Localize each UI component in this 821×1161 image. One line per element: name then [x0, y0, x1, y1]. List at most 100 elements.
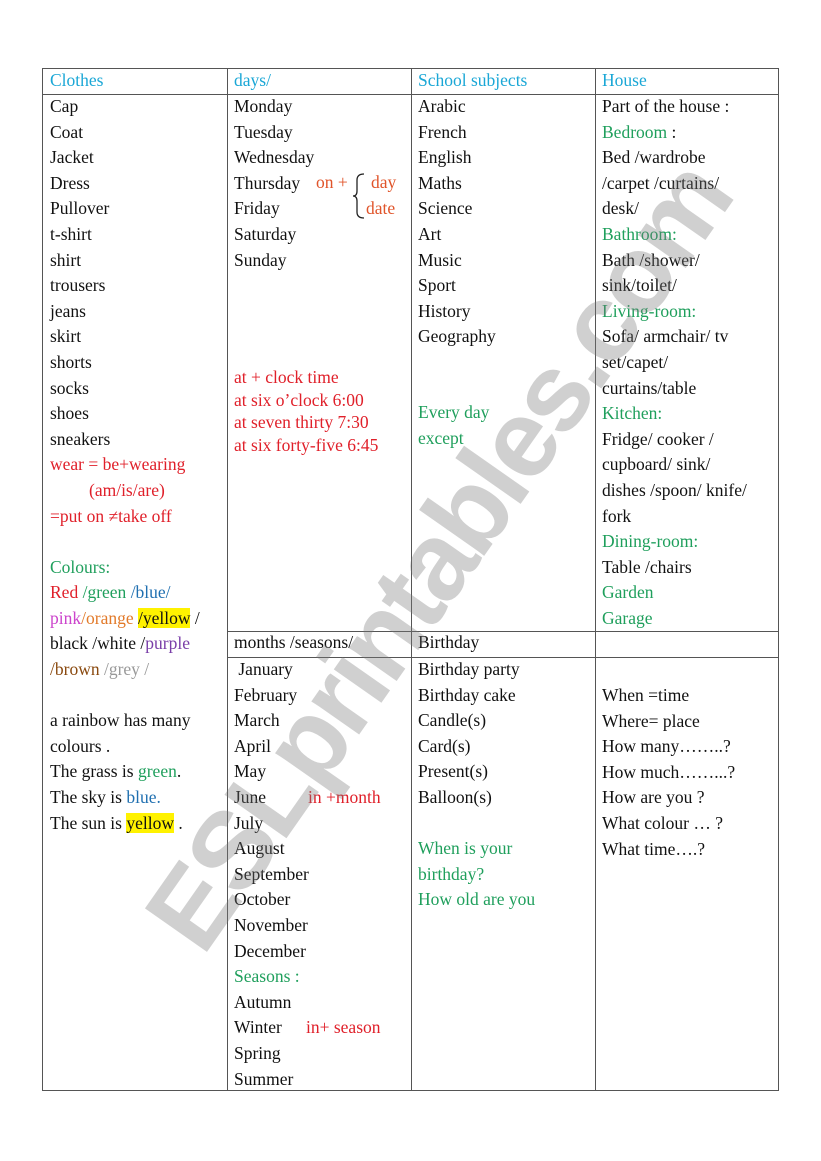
birthday-item: Candle(s): [418, 710, 487, 731]
room-item: Table /chairs: [602, 556, 692, 577]
subject-item: French: [418, 121, 467, 142]
at-rule: at seven thirty 7:30: [234, 412, 369, 432]
at-rule: at six o’clock 6:00: [234, 389, 364, 410]
question-item: How are you ?: [602, 787, 705, 808]
birthday-question: When is your: [418, 838, 513, 859]
sky-sentence: The sky is blue.: [50, 785, 200, 811]
colour-red: Red: [50, 582, 79, 603]
season-item: Autumn: [234, 991, 292, 1012]
clothes-item: sneakers: [50, 428, 111, 449]
house-extra: Garden: [602, 582, 654, 603]
in-month-rule: in +month: [308, 787, 381, 807]
subject-item: English: [418, 147, 472, 168]
sentence-text: .: [176, 761, 182, 782]
questions-column: When =time Where= place How many……..? Ho…: [602, 683, 735, 862]
clothes-item: jeans: [50, 300, 86, 321]
clothes-item: shorts: [50, 351, 92, 372]
question-item: How many……..?: [602, 736, 731, 757]
colour-pink: pink: [50, 607, 82, 628]
header-clothes: Clothes: [50, 70, 104, 90]
room-item: sink/toilet/: [602, 275, 677, 296]
colours-line: pink/orange /yellow /: [50, 606, 200, 632]
month-item: June: [234, 786, 267, 807]
question-item: When =time: [602, 685, 690, 705]
clothes-item: Coat: [50, 121, 84, 142]
clothes-item: shoes: [50, 403, 89, 424]
day-item: Friday: [234, 198, 280, 219]
room-title: Bedroom :: [602, 120, 747, 146]
room-item: Bed /wardrobe: [602, 147, 706, 168]
column-divider: [411, 69, 412, 1090]
header-school-subjects: School subjects: [418, 70, 528, 90]
month-item: January: [234, 659, 293, 679]
months-column: January February March April May June Ju…: [234, 657, 309, 1092]
month-item: September: [234, 863, 309, 884]
rainbow-sentence: colours .: [50, 735, 111, 756]
wear-rule: (am/is/are): [89, 479, 165, 500]
on-rule-day: day: [371, 172, 397, 192]
month-item: October: [234, 889, 291, 910]
school-note: Every day except: [418, 400, 489, 451]
colour-blue: /blue/: [130, 582, 171, 603]
in-season-rule: in+ season: [306, 1017, 381, 1037]
clothes-column: Cap Coat Jacket Dress Pullover t-shirt s…: [50, 94, 200, 836]
birthday-question: birthday?: [418, 863, 485, 884]
wear-rule: =put on ≠take off: [50, 505, 172, 526]
room-item: desk/: [602, 198, 639, 219]
colour-green: /green: [82, 582, 127, 603]
subject-item: Science: [418, 198, 473, 219]
colour-word: green: [137, 761, 177, 782]
season-item: Summer: [234, 1068, 294, 1089]
brace-icon: [352, 173, 365, 219]
month-item: March: [234, 710, 280, 731]
clothes-item: skirt: [50, 326, 82, 347]
grass-sentence: The grass is green.: [50, 759, 200, 785]
colour-purple: purple: [145, 633, 190, 654]
room-item: Fridge/ cooker /: [602, 428, 714, 449]
at-rule: at six forty-five 6:45: [234, 434, 379, 455]
day-item: Tuesday: [234, 121, 293, 142]
month-item: February: [234, 684, 298, 705]
clothes-item: Jacket: [50, 147, 94, 168]
clothes-item: shirt: [50, 249, 82, 270]
month-item: July: [234, 812, 264, 833]
clothes-item: Dress: [50, 172, 90, 193]
room-title: Bathroom:: [602, 223, 677, 244]
colour-yellow: /yellow: [137, 607, 191, 628]
note-line: except: [418, 427, 464, 448]
day-item: Saturday: [234, 223, 297, 244]
house-column: Part of the house : Bedroom : Bed /wardr…: [602, 94, 747, 631]
at-rules: at + clock time at six o’clock 6:00 at s…: [234, 366, 378, 456]
subject-item: History: [418, 300, 471, 321]
seasons-title: Seasons :: [234, 966, 300, 987]
house-extra: Garage: [602, 607, 653, 628]
room-item: fork: [602, 505, 632, 526]
column-divider: [227, 69, 228, 1090]
room-item: curtains/table: [602, 377, 697, 398]
on-rule-date: date: [366, 198, 396, 218]
day-item: Thursday: [234, 172, 301, 193]
room-item: cupboard/ sink/: [602, 454, 711, 475]
room-suffix: :: [667, 121, 677, 142]
month-item: May: [234, 761, 267, 782]
sentence-text: The sky is: [50, 787, 127, 808]
clothes-item: t-shirt: [50, 223, 92, 244]
column-divider: [595, 69, 596, 1090]
colour-word: blue: [126, 787, 157, 808]
day-item: Wednesday: [234, 147, 315, 168]
subject-item: Sport: [418, 275, 456, 296]
room-title: Dining-room:: [602, 531, 699, 552]
sentence-text: .: [173, 812, 183, 833]
colour-brown: /brown: [50, 659, 100, 680]
season-item: Spring: [234, 1042, 281, 1063]
room-item: Sofa/ armchair/ tv: [602, 326, 729, 347]
subject-item: Art: [418, 223, 442, 244]
month-item: August: [234, 838, 285, 859]
birthday-item: Birthday cake: [418, 684, 516, 705]
on-rule-prefix: on +: [316, 172, 348, 192]
question-item: How much……...?: [602, 761, 736, 782]
question-item: What time….?: [602, 838, 706, 859]
